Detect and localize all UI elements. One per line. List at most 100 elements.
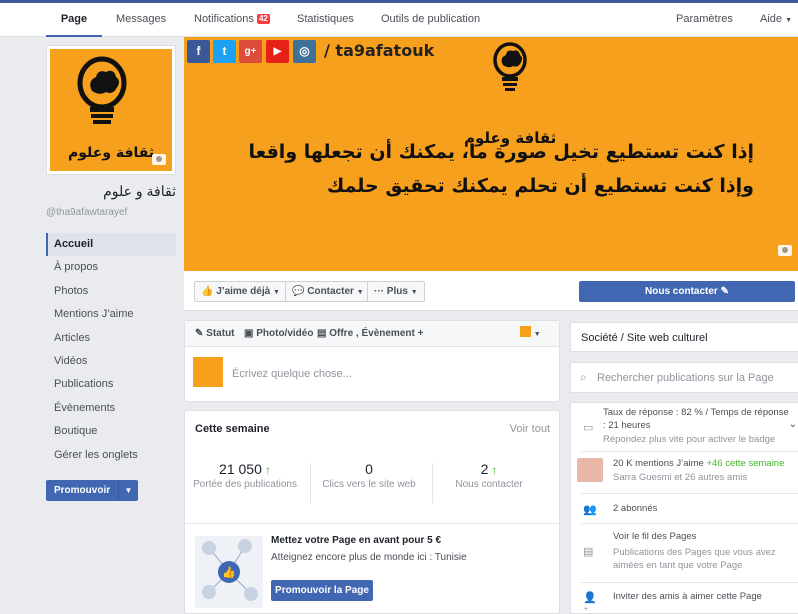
stat-label: Nous contacter (455, 479, 523, 490)
likes-count: 20 K mentions J’aime +46 cette semaine (613, 458, 798, 471)
stat-contact-us[interactable]: 2 ↑ Nous contacter (429, 461, 549, 491)
tab-statistics[interactable]: Statistiques (297, 3, 354, 37)
tab-publishing-tools[interactable]: Outils de publication (381, 3, 480, 37)
page-category[interactable]: Société / Site web culturel (570, 322, 798, 352)
network-icon: 👍 (202, 539, 258, 601)
calendar-icon: ▤ (317, 328, 327, 339)
like-button[interactable]: 👍 J’aime déjà ▼ (194, 281, 287, 302)
contact-us-label: Nous contacter (645, 286, 718, 297)
chevron-down-icon: ▼ (272, 289, 280, 296)
chevron-down-icon[interactable]: ▼ (118, 480, 138, 501)
divider (581, 523, 798, 524)
twitter-icon: t (213, 40, 236, 63)
chevron-down-icon[interactable]: ⌄ (789, 419, 797, 430)
composer-tab-status[interactable]: ✎ Statut (195, 321, 235, 347)
tab-notifications-label: Notifications (194, 13, 254, 25)
youtube-icon: ▶ (266, 40, 289, 63)
promote-button[interactable]: Promouvoir ▼ (46, 480, 138, 501)
arrow-up-icon: ↑ (491, 463, 498, 477)
add-friend-icon: 👤⁺ (583, 592, 597, 614)
contact-us-button[interactable]: Nous contacter ✎ (579, 281, 795, 302)
camera-icon[interactable] (152, 154, 166, 165)
page-title[interactable]: ثقافة و علوم (46, 183, 176, 200)
divider (581, 582, 798, 583)
page-identity-switcher[interactable]: ▼ (520, 321, 541, 348)
chevron-down-icon: ▼ (410, 289, 418, 296)
thumbs-up-icon: 👍 (201, 286, 214, 297)
tab-messages[interactable]: Messages (116, 3, 166, 37)
contact-dropdown-button[interactable]: 💬 Contacter ▼ (285, 281, 371, 302)
pages-feed-title: Voir le fil des Pages (613, 531, 697, 542)
facebook-icon: f (187, 40, 210, 63)
invite-friends-label: Inviter des amis à aimer cette Page (613, 591, 762, 602)
likes-label: 20 K mentions J’aime (613, 458, 704, 469)
google-plus-icon: g+ (239, 40, 262, 63)
profile-picture[interactable]: ثقافة وعلوم (46, 45, 176, 175)
nav-item-videos[interactable]: Vidéos (46, 350, 176, 373)
likes-friends: Sarra Guesmi et 26 autres amis (613, 472, 748, 483)
tab-page[interactable]: Page (46, 3, 102, 37)
promo-subtitle: Atteignez encore plus de monde ici : Tun… (271, 552, 467, 563)
likes-week: +46 cette semaine (706, 458, 785, 469)
composer-tab-photo[interactable]: ▣ Photo/vidéo (244, 321, 313, 347)
stat-value: 2 (480, 461, 489, 477)
tab-notifications[interactable]: Notifications 42 (194, 3, 270, 37)
stat-value: 0 (365, 461, 373, 477)
help-menu[interactable]: Aide ▼ (760, 3, 792, 37)
nav-item-articles[interactable]: Articles (46, 327, 176, 350)
promote-page-button[interactable]: Promouvoir la Page (271, 580, 373, 601)
chevron-down-icon: ▼ (356, 289, 364, 296)
camera-icon-small: ▣ (244, 328, 254, 339)
chevron-down-icon: ▼ (533, 331, 541, 338)
friends-avatars (577, 458, 603, 482)
nav-item-manage-tabs[interactable]: Gérer les onglets (46, 444, 176, 467)
page-info-panel: ▭ Taux de réponse : 82 % / Temps de répo… (570, 402, 798, 614)
stat-value: 21 050 (219, 461, 262, 477)
response-rate-text: Taux de réponse : 82 % / Temps de répons… (603, 407, 789, 431)
nav-item-photos[interactable]: Photos (46, 280, 176, 303)
status-label: Statut (206, 328, 235, 339)
search-input[interactable]: Rechercher publications sur la Page (597, 372, 774, 384)
profile-logo-text: ثقافة وعلوم (68, 145, 155, 161)
nav-item-about[interactable]: À propos (46, 256, 176, 279)
promo-illustration: 👍 (195, 536, 263, 608)
pencil-icon: ✎ (720, 286, 729, 297)
post-composer: ✎ Statut ▣ Photo/vidéo ▤ Offre , Évèneme… (184, 320, 560, 402)
stat-website-clicks[interactable]: 0 Clics vers le site web (309, 461, 429, 491)
camera-icon[interactable] (778, 245, 792, 256)
search-icon: ⌕ (580, 370, 587, 384)
stat-post-reach[interactable]: 21 050 ↑ Portée des publications (185, 461, 305, 491)
nav-item-events[interactable]: Évènements (46, 397, 176, 420)
pencil-icon: ✎ (195, 328, 204, 339)
divider (581, 493, 798, 494)
notification-badge: 42 (256, 14, 270, 24)
stat-label: Portée des publications (193, 479, 297, 490)
composer-input[interactable]: Écrivez quelque chose... (232, 368, 352, 380)
nav-item-shop[interactable]: Boutique (46, 420, 176, 443)
message-icon: 💬 (292, 286, 305, 297)
top-nav: Page Messages Notifications 42 Statistiq… (0, 0, 798, 37)
message-icon: ▭ (583, 422, 594, 434)
this-week-card: Cette semaine Voir tout 21 050 ↑ Portée … (184, 410, 560, 614)
more-button[interactable]: ··· Plus ▼ (367, 281, 425, 302)
offer-label: Offre , Évènement + (329, 328, 424, 339)
nav-item-likes[interactable]: Mentions J’aime (46, 303, 176, 326)
promote-label: Promouvoir (54, 485, 111, 496)
see-all-link[interactable]: Voir tout (510, 423, 550, 435)
nav-item-posts[interactable]: Publications (46, 373, 176, 396)
chevron-down-icon: ▼ (785, 17, 793, 24)
page-handle[interactable]: @tha9afawtarayef (46, 207, 127, 218)
svg-text:👍: 👍 (222, 566, 236, 579)
divider (581, 451, 798, 452)
page-search-box[interactable]: ⌕ Rechercher publications sur la Page (570, 362, 798, 393)
nav-item-home[interactable]: Accueil (46, 233, 176, 257)
help-label: Aide (760, 13, 783, 25)
pages-feed-desc: Publications des Pages que vous avez aim… (613, 547, 776, 571)
composer-tab-offer-event[interactable]: ▤ Offre , Évènement + (317, 321, 423, 347)
like-label: J’aime déjà (216, 286, 271, 297)
stat-label: Clics vers le site web (322, 479, 416, 490)
cover-photo[interactable]: f t g+ ▶ ◎ / ta9afatouk ثقافة وعلوم إذا … (184, 37, 798, 271)
response-hint: Répondez plus vite pour activer le badge (603, 434, 776, 445)
arrow-up-icon: ↑ (264, 463, 271, 477)
settings-link[interactable]: Paramètres (676, 3, 733, 37)
